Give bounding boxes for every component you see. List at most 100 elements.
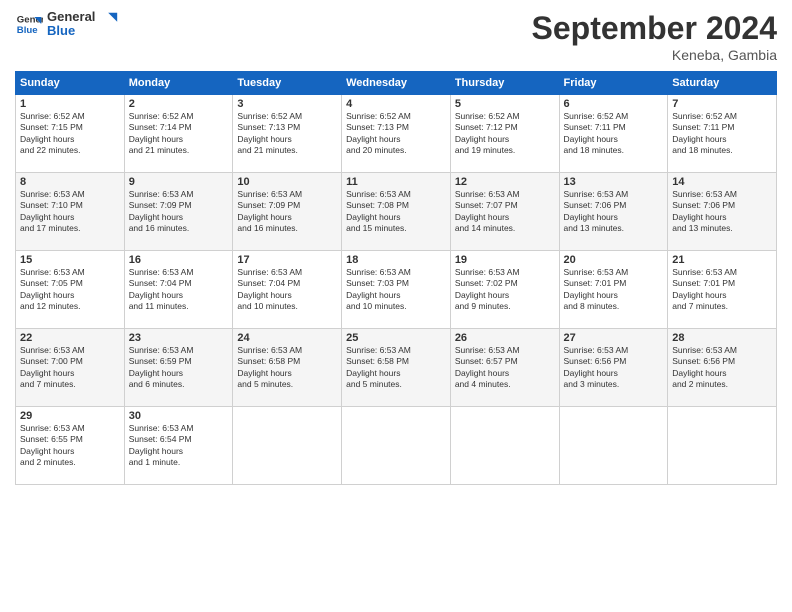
day-info: Sunrise: 6:53 AM Sunset: 6:54 PM Dayligh… — [129, 423, 229, 469]
weekday-header-monday: Monday — [124, 72, 233, 95]
calendar-cell: 12 Sunrise: 6:53 AM Sunset: 7:07 PM Dayl… — [450, 173, 559, 251]
day-number: 27 — [564, 332, 664, 344]
weekday-header-saturday: Saturday — [668, 72, 777, 95]
day-number: 19 — [455, 254, 555, 266]
day-number: 21 — [672, 254, 772, 266]
day-info: Sunrise: 6:53 AM Sunset: 7:06 PM Dayligh… — [564, 189, 664, 235]
day-info: Sunrise: 6:53 AM Sunset: 7:09 PM Dayligh… — [237, 189, 337, 235]
calendar-cell: 5 Sunrise: 6:52 AM Sunset: 7:12 PM Dayli… — [450, 95, 559, 173]
calendar-cell: 4 Sunrise: 6:52 AM Sunset: 7:13 PM Dayli… — [342, 95, 451, 173]
calendar-cell: 20 Sunrise: 6:53 AM Sunset: 7:01 PM Dayl… — [559, 251, 668, 329]
calendar-cell: 22 Sunrise: 6:53 AM Sunset: 7:00 PM Dayl… — [16, 329, 125, 407]
day-number: 25 — [346, 332, 446, 344]
calendar-cell: 14 Sunrise: 6:53 AM Sunset: 7:06 PM Dayl… — [668, 173, 777, 251]
calendar-cell — [668, 407, 777, 485]
day-number: 6 — [564, 98, 664, 110]
weekday-header-wednesday: Wednesday — [342, 72, 451, 95]
day-number: 18 — [346, 254, 446, 266]
calendar-cell — [233, 407, 342, 485]
calendar-cell — [450, 407, 559, 485]
calendar-cell: 28 Sunrise: 6:53 AM Sunset: 6:56 PM Dayl… — [668, 329, 777, 407]
calendar-cell: 26 Sunrise: 6:53 AM Sunset: 6:57 PM Dayl… — [450, 329, 559, 407]
calendar-cell: 6 Sunrise: 6:52 AM Sunset: 7:11 PM Dayli… — [559, 95, 668, 173]
calendar-cell — [559, 407, 668, 485]
calendar-cell: 19 Sunrise: 6:53 AM Sunset: 7:02 PM Dayl… — [450, 251, 559, 329]
day-number: 11 — [346, 176, 446, 188]
day-number: 13 — [564, 176, 664, 188]
weekday-header-friday: Friday — [559, 72, 668, 95]
day-info: Sunrise: 6:52 AM Sunset: 7:13 PM Dayligh… — [346, 111, 446, 157]
day-number: 20 — [564, 254, 664, 266]
calendar-cell: 15 Sunrise: 6:53 AM Sunset: 7:05 PM Dayl… — [16, 251, 125, 329]
day-number: 26 — [455, 332, 555, 344]
day-info: Sunrise: 6:52 AM Sunset: 7:11 PM Dayligh… — [672, 111, 772, 157]
day-info: Sunrise: 6:53 AM Sunset: 7:06 PM Dayligh… — [672, 189, 772, 235]
day-info: Sunrise: 6:53 AM Sunset: 7:09 PM Dayligh… — [129, 189, 229, 235]
day-number: 29 — [20, 410, 120, 422]
calendar-cell: 10 Sunrise: 6:53 AM Sunset: 7:09 PM Dayl… — [233, 173, 342, 251]
calendar-cell: 30 Sunrise: 6:53 AM Sunset: 6:54 PM Dayl… — [124, 407, 233, 485]
title-block: September 2024 Keneba, Gambia — [532, 10, 777, 63]
day-number: 5 — [455, 98, 555, 110]
logo: General Blue General Blue — [15, 10, 119, 39]
calendar-cell: 11 Sunrise: 6:53 AM Sunset: 7:08 PM Dayl… — [342, 173, 451, 251]
day-number: 22 — [20, 332, 120, 344]
day-info: Sunrise: 6:53 AM Sunset: 7:01 PM Dayligh… — [564, 267, 664, 313]
calendar-cell: 16 Sunrise: 6:53 AM Sunset: 7:04 PM Dayl… — [124, 251, 233, 329]
calendar-table: SundayMondayTuesdayWednesdayThursdayFrid… — [15, 71, 777, 485]
day-number: 30 — [129, 410, 229, 422]
calendar-cell: 21 Sunrise: 6:53 AM Sunset: 7:01 PM Dayl… — [668, 251, 777, 329]
day-info: Sunrise: 6:53 AM Sunset: 6:59 PM Dayligh… — [129, 345, 229, 391]
day-number: 14 — [672, 176, 772, 188]
day-number: 10 — [237, 176, 337, 188]
weekday-header-sunday: Sunday — [16, 72, 125, 95]
day-info: Sunrise: 6:53 AM Sunset: 6:58 PM Dayligh… — [237, 345, 337, 391]
calendar-cell: 24 Sunrise: 6:53 AM Sunset: 6:58 PM Dayl… — [233, 329, 342, 407]
calendar-cell: 18 Sunrise: 6:53 AM Sunset: 7:03 PM Dayl… — [342, 251, 451, 329]
day-info: Sunrise: 6:53 AM Sunset: 6:56 PM Dayligh… — [672, 345, 772, 391]
day-info: Sunrise: 6:53 AM Sunset: 7:04 PM Dayligh… — [129, 267, 229, 313]
day-info: Sunrise: 6:53 AM Sunset: 7:07 PM Dayligh… — [455, 189, 555, 235]
calendar-cell: 13 Sunrise: 6:53 AM Sunset: 7:06 PM Dayl… — [559, 173, 668, 251]
location: Keneba, Gambia — [532, 47, 777, 63]
day-info: Sunrise: 6:52 AM Sunset: 7:14 PM Dayligh… — [129, 111, 229, 157]
day-info: Sunrise: 6:53 AM Sunset: 7:08 PM Dayligh… — [346, 189, 446, 235]
calendar-cell: 23 Sunrise: 6:53 AM Sunset: 6:59 PM Dayl… — [124, 329, 233, 407]
day-number: 15 — [20, 254, 120, 266]
day-number: 28 — [672, 332, 772, 344]
day-info: Sunrise: 6:53 AM Sunset: 7:01 PM Dayligh… — [672, 267, 772, 313]
day-info: Sunrise: 6:52 AM Sunset: 7:12 PM Dayligh… — [455, 111, 555, 157]
calendar-cell: 2 Sunrise: 6:52 AM Sunset: 7:14 PM Dayli… — [124, 95, 233, 173]
calendar-cell: 7 Sunrise: 6:52 AM Sunset: 7:11 PM Dayli… — [668, 95, 777, 173]
day-number: 4 — [346, 98, 446, 110]
day-number: 1 — [20, 98, 120, 110]
day-number: 12 — [455, 176, 555, 188]
svg-text:Blue: Blue — [17, 25, 38, 36]
day-info: Sunrise: 6:53 AM Sunset: 7:03 PM Dayligh… — [346, 267, 446, 313]
weekday-header-thursday: Thursday — [450, 72, 559, 95]
calendar-cell: 8 Sunrise: 6:53 AM Sunset: 7:10 PM Dayli… — [16, 173, 125, 251]
day-number: 7 — [672, 98, 772, 110]
calendar-cell — [342, 407, 451, 485]
calendar-cell: 3 Sunrise: 6:52 AM Sunset: 7:13 PM Dayli… — [233, 95, 342, 173]
day-info: Sunrise: 6:53 AM Sunset: 6:55 PM Dayligh… — [20, 423, 120, 469]
day-number: 17 — [237, 254, 337, 266]
calendar-cell: 17 Sunrise: 6:53 AM Sunset: 7:04 PM Dayl… — [233, 251, 342, 329]
day-info: Sunrise: 6:52 AM Sunset: 7:15 PM Dayligh… — [20, 111, 120, 157]
calendar-cell: 27 Sunrise: 6:53 AM Sunset: 6:56 PM Dayl… — [559, 329, 668, 407]
day-info: Sunrise: 6:53 AM Sunset: 6:56 PM Dayligh… — [564, 345, 664, 391]
day-number: 16 — [129, 254, 229, 266]
day-info: Sunrise: 6:53 AM Sunset: 7:05 PM Dayligh… — [20, 267, 120, 313]
day-number: 2 — [129, 98, 229, 110]
day-info: Sunrise: 6:53 AM Sunset: 7:04 PM Dayligh… — [237, 267, 337, 313]
calendar-cell: 29 Sunrise: 6:53 AM Sunset: 6:55 PM Dayl… — [16, 407, 125, 485]
day-number: 3 — [237, 98, 337, 110]
day-info: Sunrise: 6:53 AM Sunset: 7:10 PM Dayligh… — [20, 189, 120, 235]
month-title: September 2024 — [532, 10, 777, 47]
day-number: 9 — [129, 176, 229, 188]
day-info: Sunrise: 6:53 AM Sunset: 7:00 PM Dayligh… — [20, 345, 120, 391]
day-info: Sunrise: 6:52 AM Sunset: 7:11 PM Dayligh… — [564, 111, 664, 157]
calendar-cell: 25 Sunrise: 6:53 AM Sunset: 6:58 PM Dayl… — [342, 329, 451, 407]
calendar-cell: 9 Sunrise: 6:53 AM Sunset: 7:09 PM Dayli… — [124, 173, 233, 251]
day-info: Sunrise: 6:53 AM Sunset: 6:57 PM Dayligh… — [455, 345, 555, 391]
